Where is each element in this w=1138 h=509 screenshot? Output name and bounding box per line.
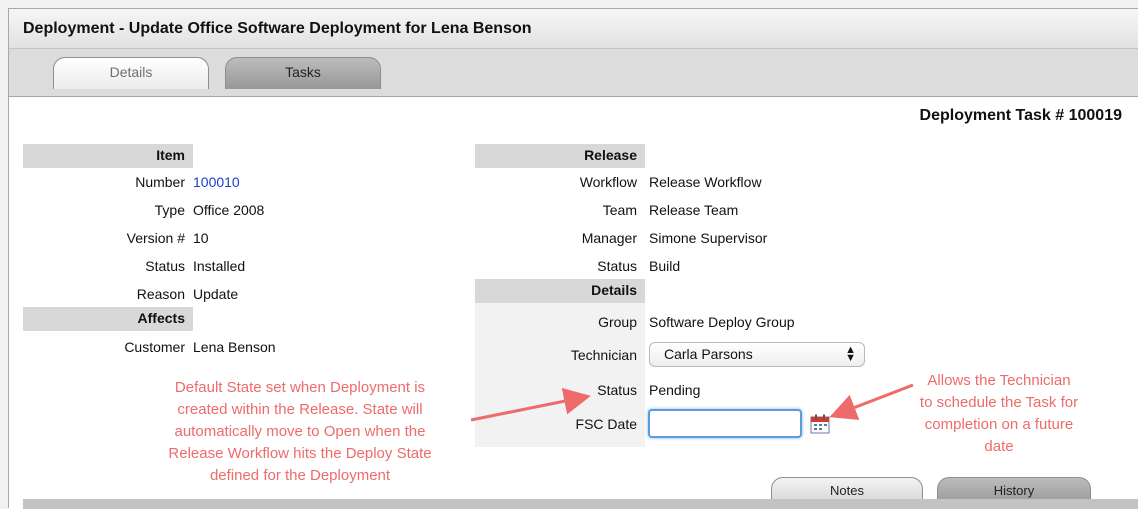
title-bar: Deployment - Update Office Software Depl…: [9, 9, 1138, 49]
window-title: Deployment - Update Office Software Depl…: [23, 20, 532, 37]
tab-details[interactable]: Details: [53, 57, 209, 89]
deployment-window: Deployment - Update Office Software Depl…: [8, 8, 1138, 509]
technician-arrow: [829, 383, 914, 421]
tab-tasks[interactable]: Tasks: [225, 57, 381, 89]
annotation-arrows: [470, 383, 914, 422]
task-content: Deployment Task # 100019 Item Number 100…: [9, 97, 1138, 509]
tab-bar: Details Tasks: [9, 49, 1138, 97]
state-arrow: [470, 387, 591, 422]
